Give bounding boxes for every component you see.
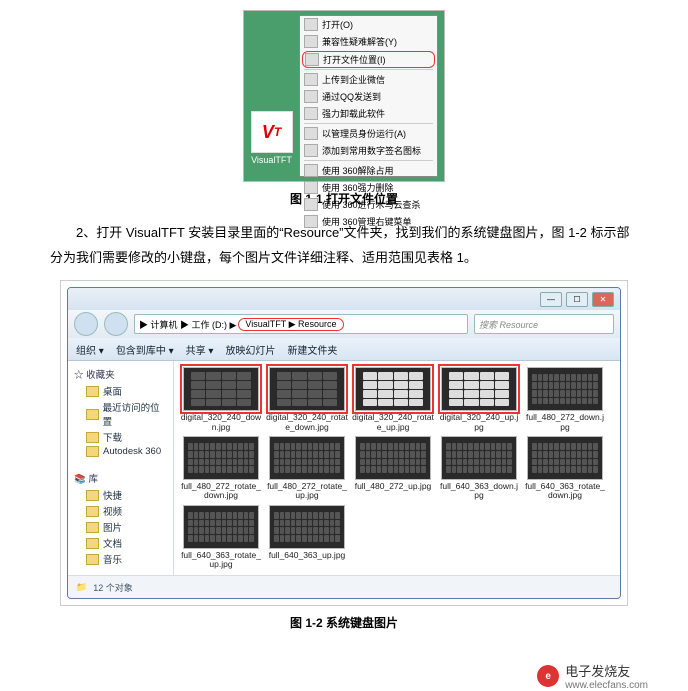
context-menu-item[interactable]: 使用 360解除占用 (300, 162, 437, 179)
file-label: full_480_272_rotate_up.jpg (266, 482, 348, 501)
explorer-toolbar: 组织 ▾ 包含到库中 ▾ 共享 ▾ 放映幻灯片新建文件夹 (68, 338, 620, 361)
file-label: full_640_363_up.jpg (269, 551, 346, 560)
footer-url: www.elecfans.com (565, 680, 648, 691)
tree-item[interactable]: 文档 (68, 535, 173, 551)
menu-item-label: 兼容性疑难解答(Y) (322, 35, 397, 48)
close-button[interactable]: ✕ (592, 292, 614, 307)
status-text: 12 个对象 (93, 581, 133, 594)
context-menu: 打开(O) 兼容性疑难解答(Y) 打开文件位置(I) 上传到企业微信通过QQ发送到强力… (299, 15, 438, 177)
menu-item-label: 使用 360管理右键菜单 (322, 215, 412, 228)
file-label: full_640_363_rotate_up.jpg (180, 551, 262, 570)
file-thumbnail[interactable]: full_480_272_rotate_down.jpg (180, 436, 262, 501)
tree-header[interactable]: ☆ 收藏夹 (68, 365, 173, 383)
back-button[interactable] (74, 312, 98, 336)
status-bar: 📁 12 个对象 (68, 575, 620, 598)
tree-item[interactable]: 最近访问的位置 (68, 399, 173, 429)
search-input[interactable]: 搜索 Resource (474, 314, 614, 334)
tree-item[interactable]: 音乐 (68, 551, 173, 567)
nav-tree: ☆ 收藏夹桌面最近访问的位置下载Autodesk 360 📚 库快捷视频图片文档音… (68, 361, 174, 575)
menu-item-label: 上传到企业微信 (322, 73, 385, 86)
search-placeholder: 搜索 Resource (479, 318, 538, 331)
file-label: digital_320_240_down.jpg (180, 413, 262, 432)
file-label: digital_320_240_rotate_down.jpg (266, 413, 348, 432)
menu-item-label: 打开(O) (322, 18, 353, 31)
file-label: full_480_272_up.jpg (355, 482, 432, 491)
explorer-window: — ☐ ✕ ▶ 计算机 ▶ 工作 (D:) ▶ VisualTFT ▶ Reso… (67, 287, 621, 599)
file-thumbnail[interactable]: full_640_363_down.jpg (438, 436, 520, 501)
file-label: full_480_272_down.jpg (524, 413, 606, 432)
toolbar-item[interactable]: 新建文件夹 (287, 342, 337, 357)
file-thumbnail[interactable]: full_480_272_down.jpg (524, 367, 606, 432)
forward-button[interactable] (104, 312, 128, 336)
file-label: full_640_363_down.jpg (438, 482, 520, 501)
file-label: full_640_363_rotate_down.jpg (524, 482, 606, 501)
tree-header[interactable]: 📚 库 (68, 469, 173, 487)
window-titlebar: — ☐ ✕ (68, 288, 620, 310)
file-thumbnail[interactable]: digital_320_240_rotate_up.jpg (352, 367, 434, 432)
context-menu-item[interactable]: 通过QQ发送到 (300, 88, 437, 105)
breadcrumb-prefix: ▶ 计算机 ▶ 工作 (D:) ▶ (139, 318, 236, 331)
menu-item-label: 使用 360强力删除 (322, 181, 394, 194)
file-label: digital_320_240_rotate_up.jpg (352, 413, 434, 432)
menu-item-label: 打开文件位置(I) (323, 53, 386, 66)
page-footer: e 电子发烧友 www.elecfans.com (0, 655, 688, 691)
context-menu-item[interactable]: 使用 360进行木马云查杀 (300, 196, 437, 213)
file-thumbnail[interactable]: full_640_363_rotate_down.jpg (524, 436, 606, 501)
context-menu-item[interactable]: 打开文件位置(I) (302, 51, 435, 68)
menu-item-label: 强力卸载此软件 (322, 107, 385, 120)
minimize-button[interactable]: — (540, 292, 562, 307)
toolbar-item[interactable]: 共享 ▾ (186, 342, 214, 357)
tree-item[interactable]: 快捷 (68, 487, 173, 503)
file-thumbnail[interactable]: digital_320_240_rotate_down.jpg (266, 367, 348, 432)
context-menu-item[interactable]: 以管理员身份运行(A) (300, 125, 437, 142)
context-menu-item[interactable]: 打开(O) (300, 16, 437, 33)
toolbar-item[interactable]: 包含到库中 ▾ (116, 342, 174, 357)
figure-2-caption: 图 1-2 系统键盘图片 (40, 614, 648, 631)
context-menu-item[interactable]: 使用 360强力删除 (300, 179, 437, 196)
file-thumbnail[interactable]: full_480_272_rotate_up.jpg (266, 436, 348, 501)
menu-item-label: 以管理员身份运行(A) (322, 127, 406, 140)
toolbar-item[interactable]: 组织 ▾ (76, 342, 104, 357)
breadcrumb-highlight: VisualTFT ▶ Resource (238, 318, 343, 331)
menu-item-label: 添加到常用数字签名图标 (322, 144, 421, 157)
menu-item-label: 使用 360进行木马云查杀 (322, 198, 421, 211)
elecfans-logo-icon: e (537, 665, 559, 687)
file-label: digital_320_240_up.jpg (438, 413, 520, 432)
tree-item[interactable]: 下载 (68, 429, 173, 445)
file-thumbnail[interactable]: digital_320_240_down.jpg (180, 367, 262, 432)
menu-item-label: 使用 360解除占用 (322, 164, 394, 177)
file-thumbnail[interactable]: full_640_363_rotate_up.jpg (180, 505, 262, 570)
file-thumbnail[interactable]: full_480_272_up.jpg (352, 436, 434, 501)
desktop-screenshot: VT VisualTFT 打开(O) 兼容性疑难解答(Y) 打开文件位置(I) 上传到… (243, 10, 445, 182)
context-menu-item[interactable]: 强力卸载此软件 (300, 105, 437, 122)
toolbar-item[interactable]: 放映幻灯片 (225, 342, 275, 357)
visualtft-desktop-icon: VT (251, 111, 293, 153)
tree-item[interactable]: Autodesk 360 (68, 445, 173, 458)
tree-item[interactable]: 图片 (68, 519, 173, 535)
maximize-button[interactable]: ☐ (566, 292, 588, 307)
context-menu-item[interactable]: 上传到企业微信 (300, 71, 437, 88)
tree-item[interactable]: 视频 (68, 503, 173, 519)
file-thumbnail[interactable]: digital_320_240_up.jpg (438, 367, 520, 432)
context-menu-item[interactable]: 使用 360管理右键菜单 (300, 213, 437, 230)
menu-item-label: 通过QQ发送到 (322, 90, 381, 103)
tree-item[interactable]: 桌面 (68, 383, 173, 399)
context-menu-item[interactable]: 兼容性疑难解答(Y) (300, 33, 437, 50)
footer-brand: 电子发烧友 (565, 661, 648, 680)
desktop-icon-label: VisualTFT (251, 155, 292, 165)
file-grid: digital_320_240_down.jpgdigital_320_240_… (174, 361, 620, 575)
file-label: full_480_272_rotate_down.jpg (180, 482, 262, 501)
file-thumbnail[interactable]: full_640_363_up.jpg (266, 505, 348, 570)
folder-icon: 📁 (76, 582, 87, 593)
breadcrumb[interactable]: ▶ 计算机 ▶ 工作 (D:) ▶ VisualTFT ▶ Resource (134, 314, 468, 334)
context-menu-item[interactable]: 添加到常用数字签名图标 (300, 142, 437, 159)
